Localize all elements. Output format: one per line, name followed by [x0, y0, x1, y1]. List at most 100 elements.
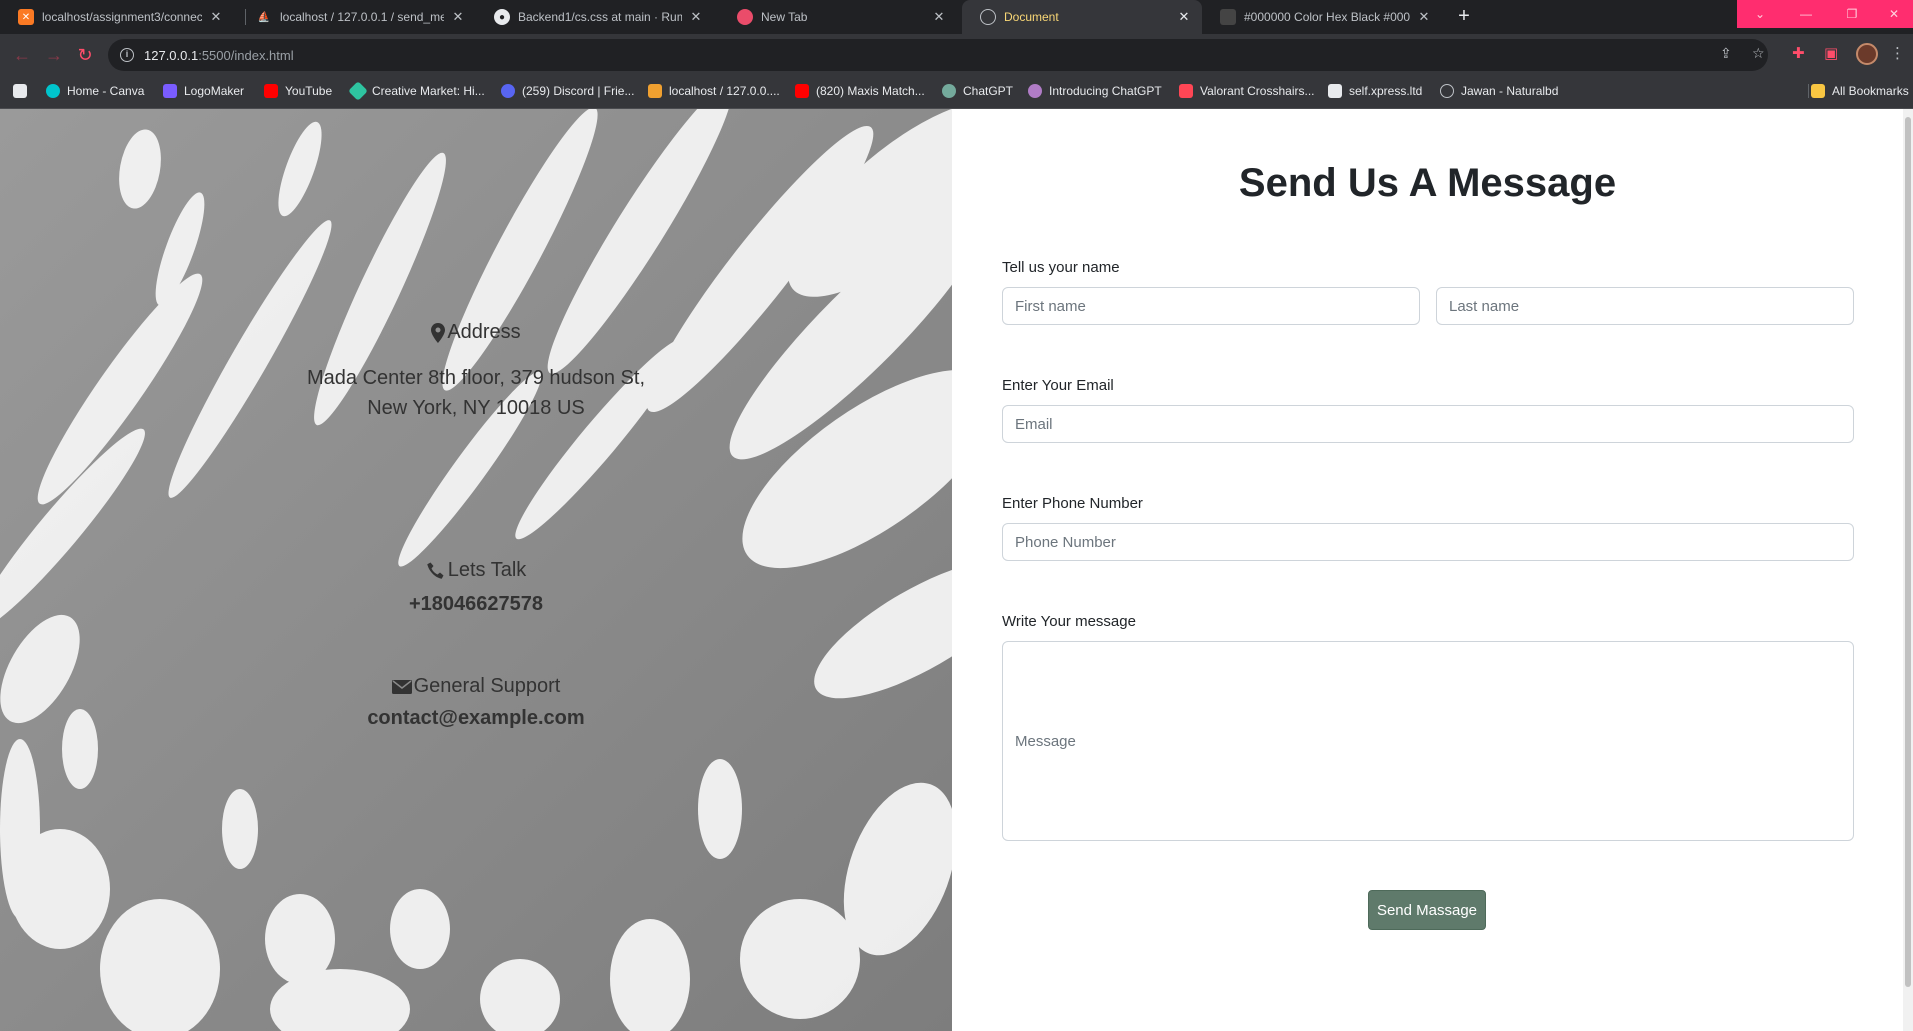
all-bookmarks-button[interactable]: All Bookmarks — [1808, 84, 1909, 98]
support-heading: General Support — [391, 675, 560, 698]
phone-block: Lets Talk +18046627578 — [0, 559, 952, 616]
page-scrollbar[interactable] — [1903, 109, 1913, 1031]
address-heading: Address — [431, 321, 521, 344]
bookmark-label: ChatGPT — [963, 84, 1014, 98]
tab-title: New Tab — [761, 10, 808, 24]
name-label: Tell us your name — [1002, 259, 1120, 276]
close-icon[interactable]: ✕ — [1176, 9, 1192, 25]
browser-tab-active[interactable]: Document ✕ — [962, 0, 1202, 34]
address-block: Address Mada Center 8th floor, 379 hudso… — [0, 321, 952, 423]
map-pin-icon — [431, 322, 446, 343]
last-name-input[interactable]: Last name — [1436, 287, 1854, 325]
browser-tab[interactable]: New Tab ✕ — [719, 0, 957, 34]
address-text: Mada Center 8th floor, 379 hudson St, Ne… — [0, 363, 952, 423]
address-bar[interactable]: i 127.0.0.1:5500/index.html — [108, 39, 1768, 71]
send-message-button[interactable]: Send Massage — [1368, 890, 1486, 930]
address-label: Address — [447, 321, 521, 343]
tab-title: Backend1/cs.css at main · Rumi — [518, 10, 682, 24]
bookmark-item[interactable]: Creative Market: Hi... — [348, 81, 485, 101]
envelope-icon — [391, 679, 412, 694]
forward-button[interactable]: → — [42, 43, 66, 67]
chrome-icon — [737, 9, 753, 25]
profile-avatar[interactable] — [1856, 43, 1878, 65]
colorhex-icon — [1220, 9, 1236, 25]
bookmark-label: Valorant Crosshairs... — [1200, 84, 1315, 98]
youtube-icon — [264, 84, 278, 98]
close-icon[interactable]: ✕ — [450, 9, 466, 25]
bookmark-item[interactable]: LogoMaker — [163, 84, 244, 98]
creativemarket-icon — [348, 81, 368, 101]
bookmark-label: localhost / 127.0.0.... — [669, 84, 780, 98]
github-icon: ● — [494, 9, 510, 25]
tab-title: localhost / 127.0.0.1 / send_mes — [280, 10, 444, 24]
bookmark-item[interactable]: Valorant Crosshairs... — [1179, 84, 1315, 98]
bookmark-item[interactable]: (259) Discord | Frie... — [501, 84, 634, 98]
bookmark-label: Introducing ChatGPT — [1049, 84, 1162, 98]
url-host: 127.0.0.1 — [144, 47, 199, 63]
site-info-icon[interactable]: i — [120, 48, 134, 62]
menu-icon[interactable]: ⋮ — [1890, 44, 1905, 62]
extensions-icon[interactable]: ✚ — [1792, 44, 1805, 62]
scrollbar-thumb[interactable] — [1905, 117, 1911, 987]
browser-tab-strip: ✕ localhost/assignment3/connect ✕ ⛵ loca… — [0, 0, 1913, 34]
first-name-input[interactable]: First name — [1002, 287, 1420, 325]
email-input[interactable]: Email — [1002, 405, 1854, 443]
tab-title: localhost/assignment3/connect — [42, 10, 202, 24]
form-title: Send Us A Message — [1238, 161, 1617, 205]
minimize-button[interactable]: — — [1783, 0, 1829, 28]
talk-label: Lets Talk — [447, 559, 527, 581]
tab-search-button[interactable]: ⌄ — [1737, 0, 1783, 28]
support-email[interactable]: contact@example.com — [0, 707, 952, 730]
email-label: Enter Your Email — [1002, 377, 1114, 394]
side-panel-icon[interactable]: ▣ — [1824, 44, 1838, 62]
bookmark-label: LogoMaker — [184, 84, 245, 98]
close-window-button[interactable]: ✕ — [1875, 0, 1913, 28]
bookmark-item[interactable]: YouTube — [264, 84, 332, 98]
message-label: Write Your message — [1002, 613, 1136, 630]
chatgpt-icon — [942, 84, 956, 98]
close-icon[interactable]: ✕ — [931, 9, 947, 25]
phone-label: Enter Phone Number — [1002, 495, 1143, 512]
phone-input[interactable]: Phone Number — [1002, 523, 1854, 561]
apps-icon[interactable] — [13, 84, 27, 98]
close-icon[interactable]: ✕ — [208, 9, 224, 25]
message-textarea[interactable]: Message — [1002, 641, 1854, 841]
bookmark-item[interactable]: Introducing ChatGPT — [1028, 84, 1162, 98]
address-line-2: New York, NY 10018 US — [367, 396, 585, 419]
bookmark-star-icon[interactable]: ☆ — [1752, 45, 1765, 62]
back-button[interactable]: ← — [10, 43, 34, 67]
browser-tab[interactable]: ✕ localhost/assignment3/connect ✕ — [0, 0, 234, 34]
new-tab-button[interactable]: + — [1452, 5, 1476, 29]
support-block: General Support contact@example.com — [0, 675, 952, 730]
phone-icon — [427, 562, 444, 579]
bookmark-label: (259) Discord | Frie... — [522, 84, 635, 98]
close-icon[interactable]: ✕ — [1416, 9, 1432, 25]
contact-panel: Address Mada Center 8th floor, 379 hudso… — [0, 109, 952, 1031]
xpress-icon — [1328, 84, 1342, 98]
share-icon[interactable]: ⇪ — [1720, 45, 1732, 62]
phone-number[interactable]: +18046627578 — [0, 593, 952, 616]
last-name-placeholder: Last name — [1449, 297, 1520, 315]
folder-icon — [1811, 84, 1825, 98]
tab-title: #000000 Color Hex Black #000 — [1244, 10, 1410, 24]
bookmark-label: Jawan - Naturalbd — [1461, 84, 1559, 98]
browser-toolbar: ← → ↻ i 127.0.0.1:5500/index.html ⇪ ☆ ✚ … — [0, 34, 1913, 76]
bookmark-item[interactable]: (820) Maxis Match... — [795, 84, 925, 98]
tab-title: Document — [1004, 10, 1059, 24]
browser-tab[interactable]: #000000 Color Hex Black #000 ✕ — [1202, 0, 1442, 34]
bookmark-item[interactable]: localhost / 127.0.0.... — [648, 84, 780, 98]
browser-tab[interactable]: ⛵ localhost / 127.0.0.1 / send_mes ✕ — [238, 0, 476, 34]
bookmark-item[interactable]: Home - Canva — [46, 84, 144, 98]
openai-icon — [1028, 84, 1042, 98]
phone-placeholder: Phone Number — [1015, 533, 1116, 551]
phpmyadmin-icon: ⛵ — [257, 11, 271, 23]
logomaker-icon — [163, 84, 177, 98]
youtube-icon — [795, 84, 809, 98]
browser-tab[interactable]: ● Backend1/cs.css at main · Rumi ✕ — [476, 0, 714, 34]
close-icon[interactable]: ✕ — [688, 9, 704, 25]
reload-button[interactable]: ↻ — [73, 43, 97, 67]
bookmark-item[interactable]: self.xpress.ltd — [1328, 84, 1422, 98]
bookmark-item[interactable]: ChatGPT — [942, 84, 1013, 98]
bookmark-item[interactable]: Jawan - Naturalbd — [1440, 84, 1558, 98]
restore-button[interactable]: ❐ — [1829, 0, 1875, 28]
